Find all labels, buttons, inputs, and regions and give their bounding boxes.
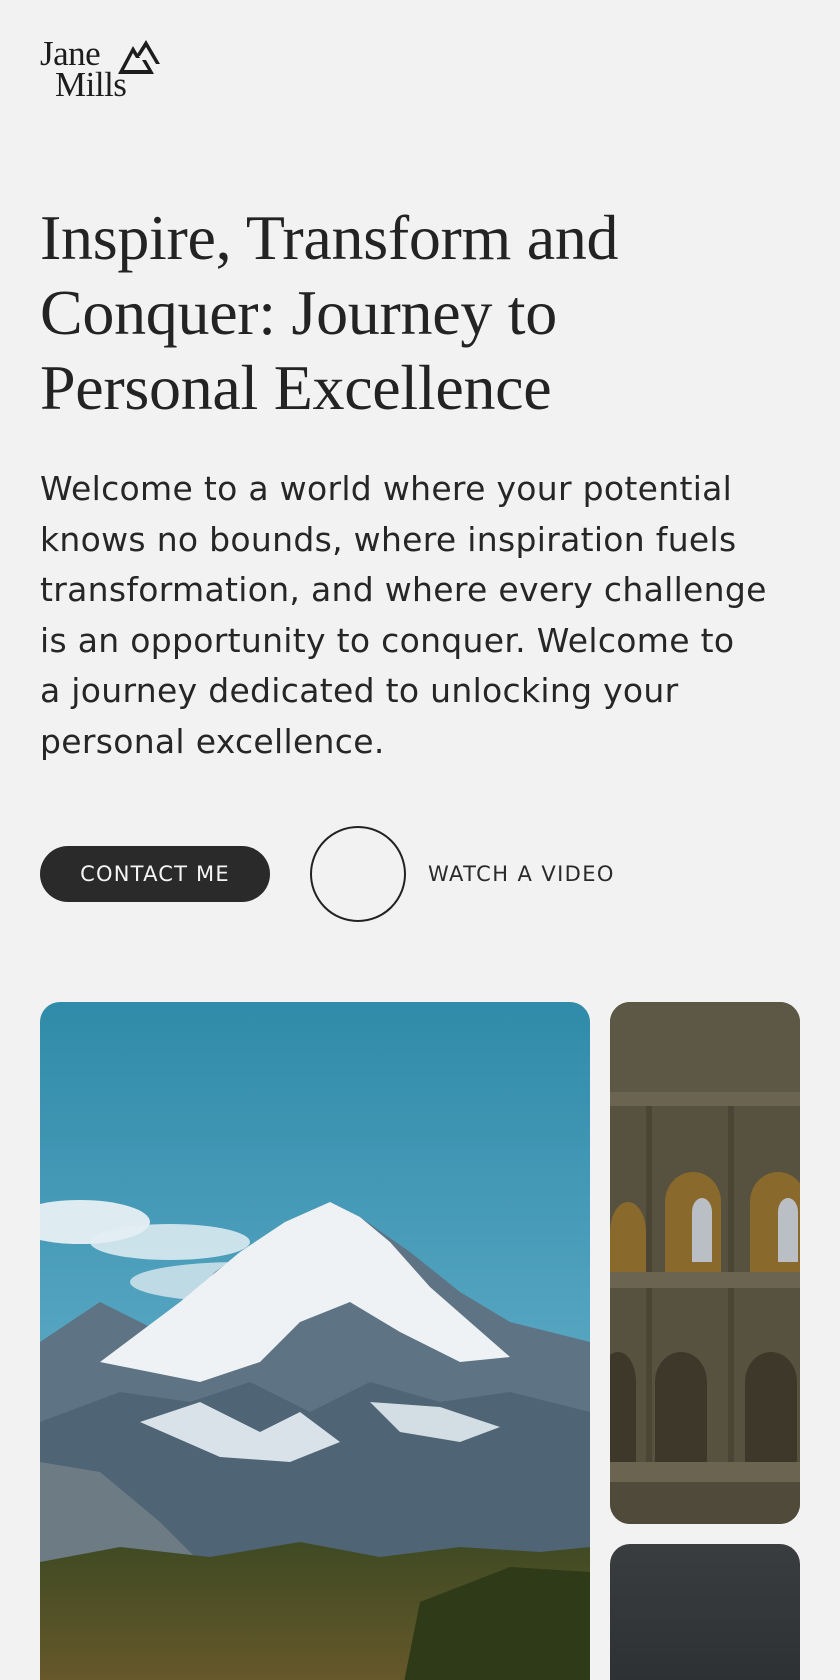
intro-line: a journey dedicated to unlocking your <box>40 671 679 710</box>
intro-line: knows no bounds, where inspiration fuels <box>40 519 737 559</box>
mountain-photo <box>40 1002 590 1680</box>
colosseum-photo <box>610 1002 800 1524</box>
brand-name-last: Mills <box>55 65 127 104</box>
hero-headline: Inspire, Transform and Conquer: Journey … <box>40 200 800 425</box>
brand-logo[interactable]: Jane Mills <box>40 36 170 106</box>
intro-line: Welcome to a world where your potential <box>40 469 733 508</box>
watch-video-link[interactable]: WATCH A VIDEO <box>428 862 615 886</box>
intro-line: personal excellence. <box>40 721 385 761</box>
dark-photo <box>610 1544 800 1680</box>
hero-intro: Welcome to a world where your potential … <box>40 464 810 767</box>
headline-line: Inspire, Transform and <box>40 202 619 273</box>
contact-me-button[interactable]: CONTACT ME <box>40 846 270 902</box>
headline-line: Personal Excellence <box>40 352 552 423</box>
mountain-peaks-icon <box>118 40 160 74</box>
headline-line: Conquer: Journey to <box>40 277 557 348</box>
intro-line: transformation, and where every challeng… <box>40 570 767 609</box>
intro-line: is an opportunity to conquer. Welcome to <box>40 620 735 660</box>
play-circle-icon[interactable] <box>310 826 406 922</box>
